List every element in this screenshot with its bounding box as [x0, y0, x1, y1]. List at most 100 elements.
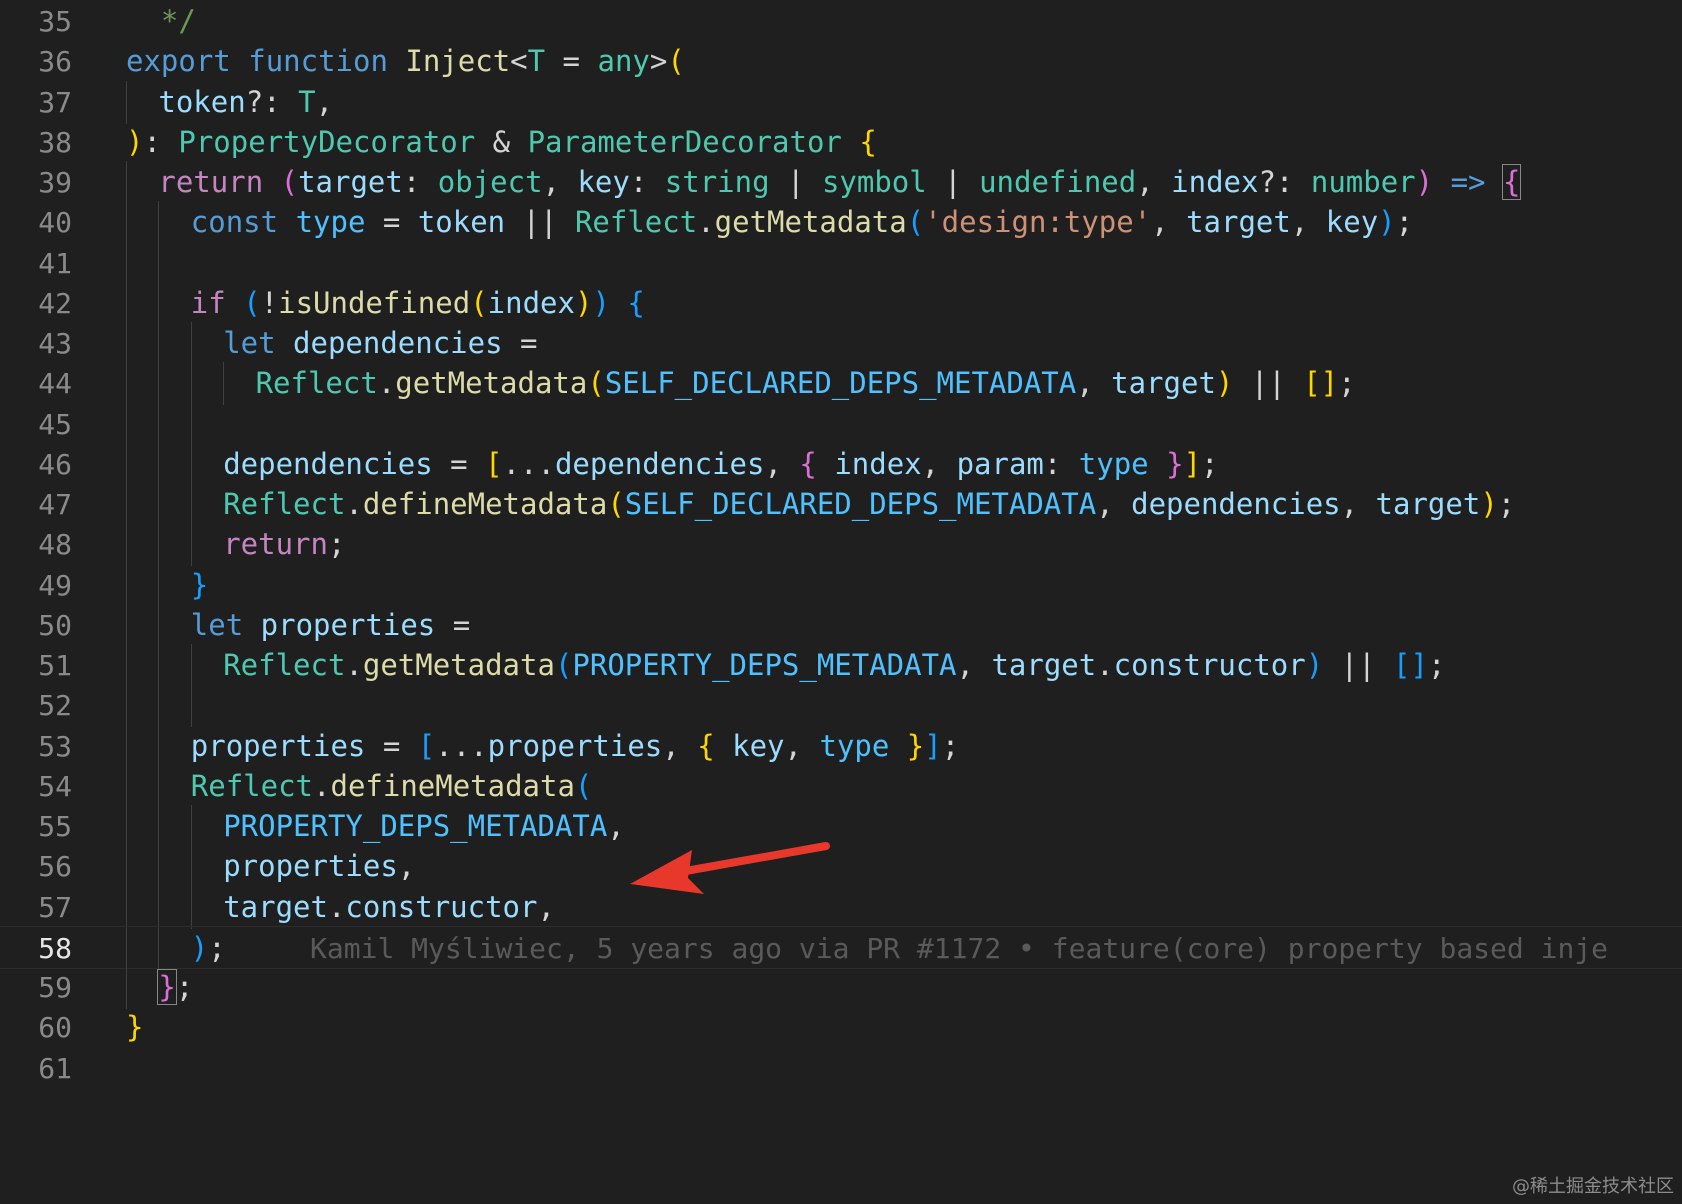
code-line[interactable]: 55 PROPERTY_DEPS_METADATA, — [0, 805, 1682, 848]
code-text[interactable]: ); Kamil Myśliwiec, 5 years ago via PR #… — [191, 927, 1608, 970]
code-token: = — [502, 326, 538, 360]
line-number[interactable]: 48 — [0, 523, 72, 566]
code-token: ] — [924, 728, 942, 763]
code-line[interactable]: 48 return; — [0, 523, 1682, 567]
code-token: let — [223, 326, 276, 360]
code-text[interactable]: ): PropertyDecorator & ParameterDecorato… — [126, 121, 877, 164]
code-editor[interactable]: 35 */36 export function Inject<T = any>(3… — [0, 0, 1682, 1204]
line-number[interactable]: 51 — [0, 644, 72, 687]
indent-guide — [158, 724, 160, 768]
code-line[interactable]: 44 Reflect.getMetadata(SELF_DECLARED_DEPS… — [0, 362, 1682, 406]
code-line[interactable]: 56 properties, — [0, 845, 1682, 889]
code-line[interactable]: 59}; — [0, 966, 1682, 1009]
code-token: { — [627, 285, 645, 320]
code-token: < — [510, 44, 528, 79]
code-token: ; — [208, 930, 226, 965]
code-line[interactable]: 39 return (target: object, key: string | … — [0, 161, 1682, 204]
indent-guide — [158, 483, 160, 526]
indent-guide — [158, 644, 160, 687]
line-number[interactable]: 44 — [0, 362, 72, 405]
code-line[interactable]: 41 — [0, 241, 1682, 285]
code-line[interactable]: 57 target.constructor, — [0, 885, 1682, 929]
indent-guide — [158, 402, 160, 446]
code-text[interactable]: if (!isUndefined(index)) { — [191, 282, 645, 325]
code-text[interactable]: target.constructor, — [223, 886, 555, 929]
code-line[interactable]: 45 — [0, 402, 1682, 446]
code-text[interactable]: Reflect.defineMetadata( — [191, 765, 593, 808]
line-number[interactable]: 61 — [0, 1047, 72, 1090]
indent-guide — [126, 201, 127, 245]
line-number[interactable]: 43 — [0, 322, 72, 365]
line-number[interactable]: 36 — [0, 40, 72, 83]
code-line[interactable]: 61 — [0, 1047, 1682, 1090]
line-number[interactable]: 38 — [0, 121, 72, 164]
code-line[interactable]: 42 if (!isUndefined(index)) { — [0, 281, 1682, 325]
code-text[interactable]: export function Inject<T = any>( — [126, 40, 685, 83]
line-number[interactable]: 47 — [0, 483, 72, 526]
code-token: ( — [470, 285, 488, 320]
indent-guide — [158, 684, 160, 728]
indent-guide — [158, 362, 160, 406]
code-line[interactable]: 60} — [0, 1006, 1682, 1049]
line-number[interactable]: 55 — [0, 805, 72, 848]
line-number[interactable]: 46 — [0, 443, 72, 486]
indent-guide — [190, 644, 192, 687]
code-token: , — [921, 446, 957, 481]
code-line[interactable]: 52 — [0, 684, 1682, 728]
code-line[interactable]: 40 const type = token || Reflect.getMetad… — [0, 201, 1682, 245]
line-number[interactable]: 42 — [0, 282, 72, 325]
code-line[interactable]: 38 ): PropertyDecorator & ParameterDecora… — [0, 121, 1682, 164]
line-number[interactable]: 58 — [0, 927, 72, 970]
code-text[interactable]: } — [126, 1006, 143, 1049]
code-text[interactable]: return; — [223, 523, 345, 566]
code-text[interactable]: Reflect.defineMetadata(SELF_DECLARED_DEP… — [223, 483, 1515, 526]
code-line[interactable]: 51 Reflect.getMetadata(PROPERTY_DEPS_META… — [0, 644, 1682, 687]
line-number[interactable]: 54 — [0, 765, 72, 808]
code-text[interactable]: let properties = — [191, 604, 470, 647]
line-number[interactable]: 49 — [0, 564, 72, 607]
code-line[interactable]: 43 let dependencies = — [0, 322, 1682, 365]
code-text[interactable]: token?: T, — [158, 81, 333, 124]
code-text[interactable]: */ — [126, 0, 196, 43]
code-text[interactable]: properties, — [223, 845, 415, 888]
code-line[interactable]: 46 dependencies = [...dependencies, { ind… — [0, 442, 1682, 486]
code-text[interactable]: let dependencies = — [223, 322, 537, 365]
code-token: let — [190, 607, 244, 642]
code-token: ( — [243, 285, 261, 320]
code-text[interactable]: return (target: object, key: string | sy… — [158, 161, 1522, 204]
line-number[interactable]: 59 — [0, 966, 72, 1009]
code-line[interactable]: 49} — [0, 563, 1682, 607]
code-text[interactable]: const type = token || Reflect.getMetadat… — [191, 201, 1413, 244]
code-line[interactable]: 54 Reflect.defineMetadata( — [0, 764, 1682, 808]
code-text[interactable]: Reflect.getMetadata(PROPERTY_DEPS_METADA… — [223, 644, 1445, 687]
line-number[interactable]: 45 — [0, 403, 72, 446]
line-number[interactable]: 56 — [0, 845, 72, 888]
line-number[interactable]: 52 — [0, 684, 72, 727]
code-line[interactable]: 53 properties = [...properties, { key, ty… — [0, 724, 1682, 768]
code-line[interactable]: 36 export function Inject<T = any>( — [0, 40, 1682, 83]
code-line[interactable]: 50 let properties = — [0, 603, 1682, 647]
line-number[interactable]: 50 — [0, 604, 72, 647]
line-number[interactable]: 40 — [0, 201, 72, 244]
line-number[interactable]: 53 — [0, 725, 72, 768]
code-token: > — [649, 44, 668, 79]
code-line[interactable]: 37 token?: T, — [0, 80, 1682, 124]
code-text[interactable]: dependencies = [...dependencies, { index… — [223, 443, 1218, 486]
line-number[interactable]: 39 — [0, 161, 72, 204]
code-text[interactable]: }; — [157, 966, 193, 1009]
code-line[interactable]: 35 */ — [0, 0, 1682, 43]
line-number[interactable]: 57 — [0, 886, 72, 929]
code-text[interactable]: PROPERTY_DEPS_METADATA, — [223, 805, 625, 848]
line-number[interactable]: 41 — [0, 242, 72, 285]
line-number[interactable]: 60 — [0, 1006, 72, 1049]
code-token: target — [1375, 487, 1481, 521]
code-line[interactable]: 47 Reflect.defineMetadata(SELF_DECLARED_D… — [0, 483, 1682, 526]
line-number[interactable]: 37 — [0, 81, 72, 124]
code-text[interactable]: } — [191, 564, 208, 607]
indent-guide — [190, 523, 192, 567]
code-text[interactable]: properties = [...properties, { key, type… — [191, 725, 959, 768]
code-text[interactable]: Reflect.getMetadata(SELF_DECLARED_DEPS_M… — [256, 362, 1356, 405]
line-number[interactable]: 35 — [0, 0, 72, 43]
code-line[interactable]: 58 ); Kamil Myśliwiec, 5 years ago via PR… — [0, 925, 1682, 970]
